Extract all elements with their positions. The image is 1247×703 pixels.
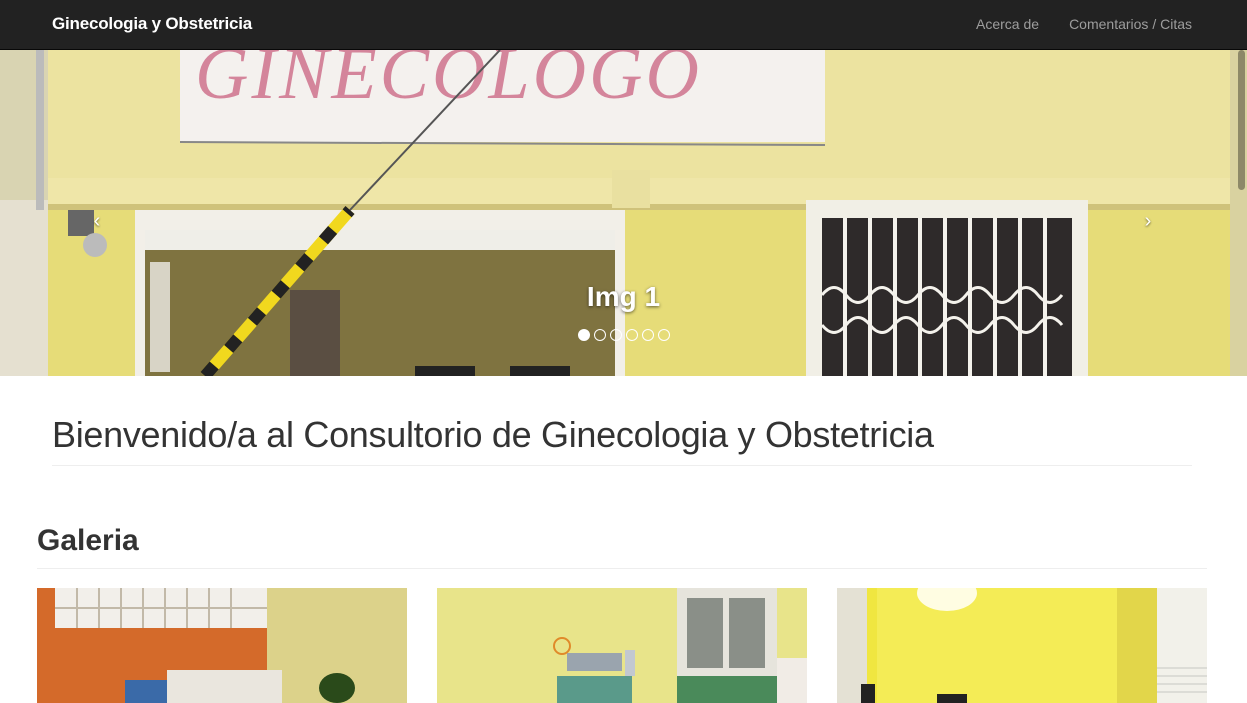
nav-links: Acerca de Comentarios / Citas: [976, 16, 1192, 32]
navbar: Ginecologia y Obstetricia Acerca de Come…: [0, 0, 1247, 50]
carousel-indicator-3[interactable]: [609, 329, 622, 341]
nav-link-comentarios[interactable]: Comentarios / Citas: [1069, 16, 1192, 32]
carousel-indicator-6[interactable]: [657, 329, 670, 341]
carousel-indicator-5[interactable]: [641, 329, 654, 341]
carousel-caption: Img 1: [586, 281, 661, 312]
gallery-image-equipment: [437, 588, 807, 703]
hero-carousel: GINECOLOGO ‹ › Img 1: [0, 50, 1247, 376]
carousel-next-button[interactable]: ›: [1133, 206, 1163, 236]
nav-link-acerca[interactable]: Acerca de: [976, 16, 1039, 32]
chevron-right-icon: ›: [1144, 210, 1152, 232]
chevron-left-icon: ‹: [93, 210, 101, 232]
gallery-heading: Galeria: [37, 524, 1207, 569]
gallery-grid: [37, 588, 1207, 703]
gallery-image-exam-room: [37, 588, 407, 703]
page-scrollbar[interactable]: [1238, 50, 1245, 190]
carousel-indicator-2[interactable]: [593, 329, 606, 341]
gallery-image-hallway: [837, 588, 1207, 703]
gallery-thumb-2[interactable]: [437, 588, 807, 703]
welcome-heading: Bienvenido/a al Consultorio de Ginecolog…: [52, 414, 1192, 466]
hero-slide-image: GINECOLOGO: [0, 50, 1247, 376]
carousel-indicator-1[interactable]: [577, 329, 590, 341]
carousel-prev-button[interactable]: ‹: [82, 206, 112, 236]
gallery-thumb-1[interactable]: [37, 588, 407, 703]
gallery-thumb-3[interactable]: [837, 588, 1207, 703]
brand-link[interactable]: Ginecologia y Obstetricia: [52, 14, 252, 34]
carousel-indicators: [0, 329, 1247, 341]
carousel-indicator-4[interactable]: [625, 329, 638, 341]
